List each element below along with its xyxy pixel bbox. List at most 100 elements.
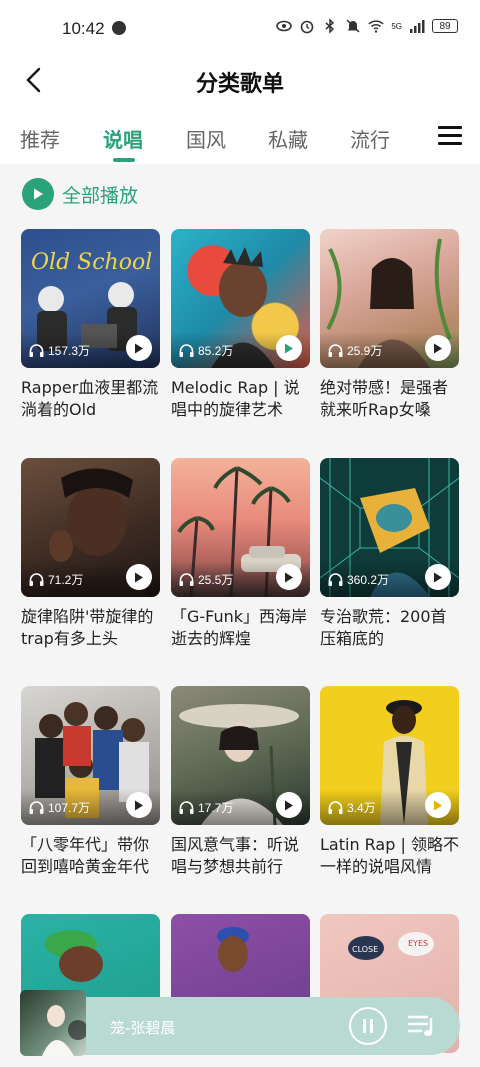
eye-icon [276, 20, 293, 32]
play-count-value: 360.2万 [347, 573, 390, 587]
headphone-icon [328, 801, 343, 814]
play-count-value: 25.5万 [198, 573, 234, 587]
cover-play-button[interactable] [126, 792, 152, 818]
now-playing-title: 笼-张碧晨 [110, 1019, 176, 1037]
svg-text:CLOSE: CLOSE [352, 945, 378, 954]
signal-icon [410, 20, 425, 33]
tab-private[interactable]: 私藏 [268, 124, 308, 153]
cover-play-button[interactable] [425, 792, 451, 818]
bluetooth-icon [325, 18, 335, 34]
status-time: 10:42 [62, 19, 105, 38]
cover-play-button[interactable] [126, 564, 152, 590]
play-count-value: 17.7万 [198, 801, 234, 815]
pause-icon [363, 1019, 366, 1033]
headphone-icon [29, 801, 44, 814]
playlist-title: 「G-Funk」西海岸逝去的辉煌 [171, 607, 308, 648]
cover-play-button[interactable] [276, 335, 302, 361]
playlist-card[interactable]: 360.2万 专治歌荒：200首压箱底的 [320, 458, 459, 650]
playlist-card[interactable]: 85.2万 Melodic Rap | 说唱中的旋律艺术 [171, 229, 310, 421]
svg-text:Old School: Old School [31, 250, 152, 275]
playlist-card[interactable]: 25.9万 绝对带感！是强者就来听Rap女嗓 [320, 229, 459, 421]
play-icon [285, 572, 293, 582]
playlist-title: 旋律陷阱'带旋律的trap有多上头 [21, 607, 154, 648]
headphone-icon [179, 344, 194, 357]
playlist-cover: 3.4万 [320, 686, 459, 825]
play-count: 25.5万 [179, 571, 233, 588]
playlist-card[interactable]: 17.7万 国风意气事：听说唱与梦想共前行 [171, 686, 310, 878]
tab-pop[interactable]: 流行 [350, 124, 390, 153]
play-icon [135, 572, 143, 582]
now-playing-cover[interactable] [20, 990, 86, 1056]
menu-icon [438, 126, 462, 129]
alarm-icon [301, 20, 314, 34]
playlist-card[interactable]: 107.7万 「八零年代」带你回到嘻哈黄金年代 [21, 686, 160, 878]
play-icon [434, 572, 442, 582]
playlist-card[interactable]: 3.4万 Latin Rap | 领略不一样的说唱风情 [320, 686, 459, 878]
status-bar: 10:42 5G 89 [0, 0, 480, 58]
playlist-cover: 25.5万 [171, 458, 310, 597]
network-label: 5G [391, 21, 402, 31]
playlist-title: 国风意气事：听说唱与梦想共前行 [171, 835, 300, 876]
play-icon [135, 343, 143, 353]
play-count: 71.2万 [29, 571, 83, 588]
playlist-queue-button[interactable] [407, 1012, 437, 1040]
headphone-icon [328, 344, 343, 357]
play-all-label: 全部播放 [62, 184, 139, 207]
tab-recommend[interactable]: 推荐 [20, 124, 60, 153]
category-tabs: 推荐 说唱 国风 私藏 流行 [0, 108, 480, 164]
play-count: 107.7万 [29, 799, 90, 816]
tab-guofeng[interactable]: 国风 [186, 124, 226, 153]
battery-icon: 89 [432, 19, 458, 33]
mute-icon [346, 19, 360, 33]
header: 分类歌单 [0, 58, 480, 108]
headphone-icon [179, 801, 194, 814]
notification-icon [112, 21, 126, 35]
playlist-title: Rapper血液里都流淌着的Old [21, 378, 159, 419]
headphone-icon [179, 573, 194, 586]
play-count: 157.3万 [29, 342, 90, 359]
cover-play-button[interactable] [276, 792, 302, 818]
play-count: 25.9万 [328, 342, 382, 359]
play-count: 17.7万 [179, 799, 233, 816]
play-icon [285, 800, 293, 810]
play-icon [22, 178, 54, 210]
play-count-value: 85.2万 [198, 344, 234, 358]
cover-play-button[interactable] [425, 335, 451, 361]
play-icon [434, 800, 442, 810]
play-all-button[interactable]: 全部播放 [22, 178, 138, 210]
playlist-title: Melodic Rap | 说唱中的旋律艺术 [171, 378, 300, 419]
playlist-title: 绝对带感！是强者就来听Rap女嗓 [320, 378, 449, 419]
play-count-value: 71.2万 [48, 573, 84, 587]
play-icon [285, 343, 293, 353]
playlist-cover: 17.7万 [171, 686, 310, 825]
playlist-cover: 25.9万 [320, 229, 459, 368]
mini-player[interactable] [20, 997, 460, 1055]
headphone-icon [29, 344, 44, 357]
playlist-card[interactable]: Old School 157.3万 Rapper血液里都流淌着的Old [21, 229, 160, 421]
svg-text:EYES: EYES [408, 939, 428, 948]
playlist-cover: 360.2万 [320, 458, 459, 597]
cover-play-button[interactable] [425, 564, 451, 590]
status-icons: 5G 89 [276, 18, 458, 34]
cover-play-button[interactable] [276, 564, 302, 590]
cover-play-button[interactable] [126, 335, 152, 361]
playlist-cover: 71.2万 [21, 458, 160, 597]
wifi-icon [368, 20, 384, 33]
playlist-card[interactable]: 25.5万 「G-Funk」西海岸逝去的辉煌 [171, 458, 310, 650]
menu-button[interactable] [438, 126, 462, 146]
headphone-icon [29, 573, 44, 586]
play-count: 360.2万 [328, 571, 389, 588]
playlist-card[interactable]: 71.2万 旋律陷阱'带旋律的trap有多上头 [21, 458, 160, 650]
play-count: 3.4万 [328, 799, 376, 816]
tab-rap[interactable]: 说唱 [103, 124, 143, 153]
active-tab-indicator [113, 158, 135, 162]
playlist-cover: 107.7万 [21, 686, 160, 825]
play-count-value: 3.4万 [347, 801, 376, 815]
play-icon [434, 343, 442, 353]
play-icon [135, 800, 143, 810]
play-count-value: 107.7万 [48, 801, 91, 815]
playlist-queue-icon [407, 1015, 433, 1036]
playlist-title: 专治歌荒：200首压箱底的 [320, 607, 447, 648]
playlist-cover: Old School 157.3万 [21, 229, 160, 368]
pause-button[interactable] [349, 1007, 387, 1045]
